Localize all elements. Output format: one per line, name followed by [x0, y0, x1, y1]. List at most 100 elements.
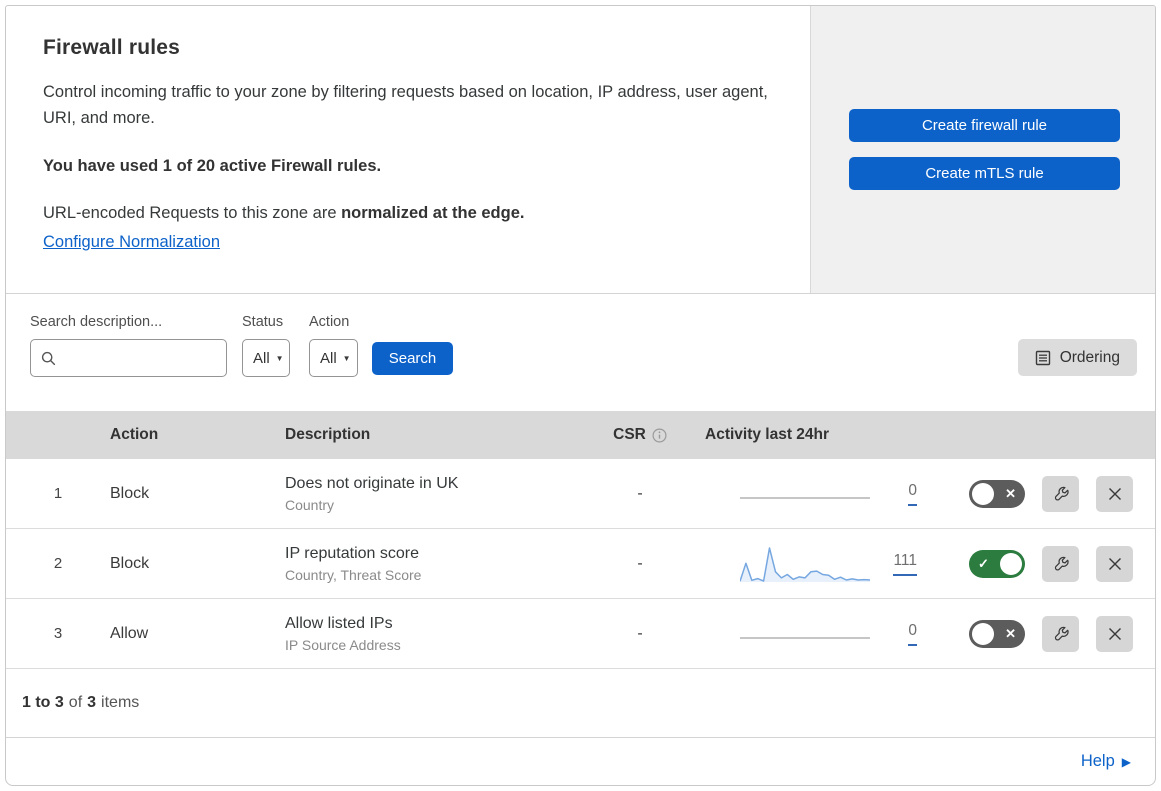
ordering-label: Ordering	[1059, 348, 1120, 366]
action-label: Action	[309, 314, 350, 330]
page-description: Control incoming traffic to your zone by…	[43, 83, 768, 127]
rule-csr-value: -	[637, 554, 643, 572]
normalization-bold: normalized at the edge.	[341, 204, 525, 223]
wrench-icon	[1054, 556, 1069, 570]
delete-rule-button[interactable]	[1096, 615, 1133, 652]
delete-rule-button[interactable]	[1096, 475, 1133, 512]
rule-activity-cell: 0	[685, 482, 955, 506]
rule-controls: ✕	[955, 615, 1155, 652]
action-dropdown[interactable]: All ▼	[309, 339, 358, 377]
rule-priority: 2	[53, 555, 63, 572]
rule-description: Does not originate in UK	[285, 474, 459, 492]
firewall-rules-page: Firewall rules Control incoming traffic …	[5, 5, 1156, 786]
toggle-state-icon: ✕	[1005, 625, 1016, 641]
sparkline-flat-line	[740, 475, 870, 499]
rule-priority: 1	[53, 485, 63, 502]
edit-rule-button[interactable]	[1042, 545, 1079, 582]
header-section: Firewall rules Control incoming traffic …	[6, 6, 1155, 294]
toggle-knob	[1000, 552, 1022, 575]
help-link[interactable]: Help ▶	[1081, 752, 1131, 771]
activity-count-link[interactable]: 111	[893, 552, 917, 576]
header-text-block: Firewall rules Control incoming traffic …	[6, 6, 810, 293]
rule-enabled-toggle[interactable]: ✕	[969, 479, 1025, 508]
search-group: Search description...	[30, 314, 227, 377]
table-header: Action Description CSR Activity last 24h…	[6, 411, 1155, 459]
rule-csr-value: -	[637, 484, 643, 502]
close-icon	[1108, 627, 1121, 640]
sparkline-chart	[740, 546, 870, 582]
rule-fields: Country	[285, 496, 335, 513]
action-column-header: Action	[110, 426, 159, 443]
status-dropdown-value: All	[253, 349, 270, 367]
toggle-state-icon: ✓	[978, 555, 989, 571]
wrench-icon	[1054, 486, 1069, 500]
create-firewall-rule-button[interactable]: Create firewall rule	[849, 109, 1120, 142]
rule-controls: ✕	[955, 475, 1155, 512]
description-column-header: Description	[285, 426, 371, 443]
status-label: Status	[242, 314, 284, 330]
edit-rule-button[interactable]	[1042, 475, 1079, 512]
configure-normalization-link[interactable]: Configure Normalization	[43, 233, 220, 251]
rule-activity-cell: 0	[685, 622, 955, 646]
filter-bar: Search description... Status All ▼ Actio…	[6, 294, 1155, 411]
csr-column-header: CSR	[595, 426, 685, 444]
info-icon[interactable]	[652, 427, 667, 443]
rule-description-cell: IP reputation score Country, Threat Scor…	[285, 545, 595, 583]
toggle-state-icon: ✕	[1005, 485, 1016, 501]
edit-rule-button[interactable]	[1042, 615, 1079, 652]
status-group: Status All ▼	[242, 314, 290, 377]
rule-description-cell: Allow listed IPs IP Source Address	[285, 615, 595, 653]
rule-enabled-toggle[interactable]: ✕	[969, 619, 1025, 648]
toggle-knob	[972, 622, 994, 645]
search-icon	[41, 351, 56, 365]
create-mtls-rule-button[interactable]: Create mTLS rule	[849, 157, 1120, 190]
close-icon	[1108, 557, 1121, 570]
rule-fields: IP Source Address	[285, 636, 401, 653]
pagination-range: 1 to 3	[22, 694, 64, 711]
normalization-prefix: URL-encoded Requests to this zone are	[43, 204, 342, 223]
page-title: Firewall rules	[43, 36, 181, 59]
search-button[interactable]: Search	[372, 342, 453, 375]
rule-action: Block	[110, 484, 150, 502]
rule-priority: 3	[53, 625, 63, 642]
table-row: 1 Block Does not originate in UK Country…	[6, 459, 1155, 529]
pagination-items: items	[101, 694, 140, 711]
normalization-text: URL-encoded Requests to this zone are no…	[43, 204, 770, 223]
pagination-of: of	[68, 694, 83, 711]
activity-count-link[interactable]: 0	[908, 482, 917, 506]
toggle-knob	[972, 482, 994, 505]
rule-controls: ✓	[955, 545, 1155, 582]
rule-description: IP reputation score	[285, 544, 420, 562]
search-label: Search description...	[30, 314, 163, 330]
table-row: 2 Block IP reputation score Country, Thr…	[6, 529, 1155, 599]
activity-column-header: Activity last 24hr	[705, 426, 830, 443]
rule-action: Block	[110, 554, 150, 572]
action-dropdown-value: All	[320, 349, 337, 367]
rule-activity-cell: 111	[685, 544, 955, 584]
pagination-summary: 1 to 3 of 3 items	[6, 669, 1155, 738]
search-box[interactable]	[30, 339, 227, 377]
action-group: Action All ▼	[309, 314, 358, 377]
activity-sparkline	[740, 544, 870, 584]
rule-fields: Country, Threat Score	[285, 566, 422, 583]
csr-label: CSR	[613, 426, 646, 443]
chevron-down-icon: ▼	[275, 353, 284, 363]
wrench-icon	[1054, 626, 1069, 640]
close-icon	[1108, 487, 1121, 500]
table-row: 3 Allow Allow listed IPs IP Source Addre…	[6, 599, 1155, 669]
rule-description-cell: Does not originate in UK Country	[285, 475, 595, 513]
delete-rule-button[interactable]	[1096, 545, 1133, 582]
usage-summary: You have used 1 of 20 active Firewall ru…	[43, 157, 382, 176]
search-input[interactable]	[64, 349, 216, 367]
help-bar: Help ▶	[6, 738, 1155, 785]
sparkline-flat-line	[740, 615, 870, 639]
help-arrow-icon: ▶	[1121, 754, 1131, 769]
rule-description: Allow listed IPs	[285, 614, 393, 632]
help-label: Help	[1080, 752, 1115, 770]
ordering-button[interactable]: Ordering	[1017, 339, 1137, 376]
rule-enabled-toggle[interactable]: ✓	[969, 549, 1025, 578]
activity-count-link[interactable]: 0	[908, 622, 917, 646]
actions-panel: Create firewall rule Create mTLS rule	[810, 6, 1155, 293]
ordering-icon	[1035, 350, 1050, 365]
status-dropdown[interactable]: All ▼	[242, 339, 290, 377]
